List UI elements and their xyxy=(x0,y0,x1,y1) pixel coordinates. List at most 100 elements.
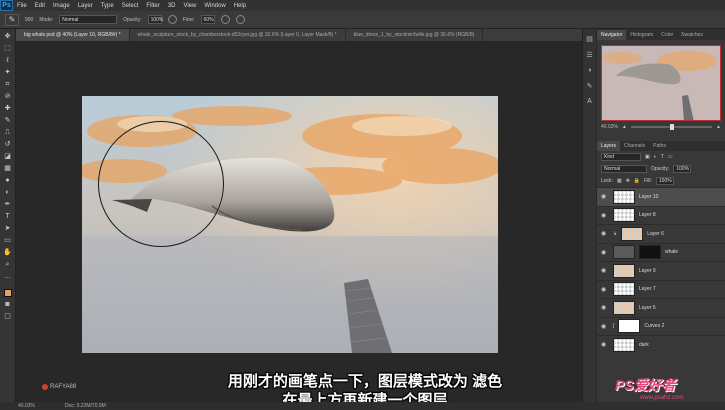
airbrush-icon[interactable] xyxy=(220,15,230,24)
layer-name[interactable]: Layer 10 xyxy=(639,194,658,200)
hand-tool-icon[interactable]: ✋ xyxy=(3,249,12,257)
menu-window[interactable]: Window xyxy=(200,3,229,9)
path-select-icon[interactable]: ➤ xyxy=(5,225,11,233)
type-tool-icon[interactable]: T xyxy=(5,213,9,221)
layer-row[interactable]: ◉ Layer 8 xyxy=(597,205,725,225)
zoom-tool-icon[interactable]: ⌕ xyxy=(6,261,10,269)
brush-panel-icon[interactable]: ✎ xyxy=(587,82,593,90)
filter-pixel-icon[interactable]: ▣ xyxy=(645,154,650,160)
layer-fill-field[interactable]: 100% xyxy=(655,177,674,185)
filter-type-icon[interactable]: T xyxy=(661,154,664,160)
visibility-eye-icon[interactable]: ◉ xyxy=(601,341,609,348)
status-zoom[interactable]: 40.03% xyxy=(18,403,35,409)
kind-filter-select[interactable]: Kind xyxy=(601,153,641,161)
layer-row[interactable]: ◉ Layer 10 xyxy=(597,187,725,206)
mode-select[interactable]: Normal xyxy=(59,15,118,24)
layer-mask-thumbnail[interactable] xyxy=(618,319,641,334)
layer-name[interactable]: Layer 6 xyxy=(647,231,664,237)
eraser-icon[interactable]: ◪ xyxy=(4,153,11,161)
healing-brush-icon[interactable]: ✚ xyxy=(5,105,11,113)
layer-row[interactable]: ◉ ∫ Curves 2 xyxy=(597,316,725,336)
layer-row[interactable]: ◉ whale xyxy=(597,242,725,262)
adjustments-panel-icon[interactable]: ◑ xyxy=(587,67,591,74)
blend-mode-select[interactable]: Normal xyxy=(601,165,647,173)
lasso-tool-icon[interactable]: ℓ xyxy=(6,57,8,65)
tab-navigator[interactable]: Navigator xyxy=(597,30,627,40)
nav-zoom-value[interactable]: 40.03% xyxy=(601,124,618,130)
quick-select-icon[interactable]: ✦ xyxy=(5,69,11,77)
visibility-eye-icon[interactable]: ◉ xyxy=(601,193,609,200)
brush-size[interactable]: 900 xyxy=(25,17,33,23)
opacity-field[interactable]: 100% xyxy=(147,15,163,24)
marquee-tool-icon[interactable]: ⬚ xyxy=(4,45,11,53)
crop-tool-icon[interactable]: ⌗ xyxy=(6,81,10,89)
visibility-eye-icon[interactable]: ◉ xyxy=(601,323,609,330)
zoom-slider[interactable] xyxy=(630,124,713,130)
dodge-tool-icon[interactable]: ◐ xyxy=(5,189,9,197)
layer-row[interactable]: ◉ Layer 9 xyxy=(597,261,725,280)
menu-3d[interactable]: 3D xyxy=(164,3,180,9)
tab-swatches[interactable]: Swatches xyxy=(677,30,707,40)
screen-mode-icon[interactable]: ▢ xyxy=(4,313,11,321)
visibility-eye-icon[interactable]: ◉ xyxy=(601,267,609,274)
visibility-eye-icon[interactable]: ◉ xyxy=(601,286,609,293)
layer-name[interactable]: Layer 8 xyxy=(639,212,656,218)
pressure-size-icon[interactable] xyxy=(235,15,245,24)
menu-image[interactable]: Image xyxy=(49,3,74,9)
tab-whale-sculpture[interactable]: whale_sculpture_stock_by_chamberstock-d5… xyxy=(130,29,346,41)
tab-blue-dress[interactable]: blue_dress_1_by_stockmichelle.jpg @ 36.6… xyxy=(346,29,484,41)
layer-name[interactable]: whale xyxy=(665,249,678,255)
layer-opacity-field[interactable]: 100% xyxy=(673,165,692,173)
tab-histogram[interactable]: Histogram xyxy=(626,30,657,40)
visibility-eye-icon[interactable]: ◉ xyxy=(601,230,609,237)
filter-shape-icon[interactable]: ▭ xyxy=(668,154,673,160)
layer-row[interactable]: ◉ Layer 5 xyxy=(597,298,725,317)
lock-position-icon[interactable]: ✥ xyxy=(626,178,630,184)
tab-layers[interactable]: Layers xyxy=(597,141,621,151)
zoom-in-icon[interactable]: ▲ xyxy=(716,124,721,130)
more-tools-icon[interactable]: … xyxy=(4,273,11,281)
navigator-preview[interactable] xyxy=(601,45,721,121)
menu-filter[interactable]: Filter xyxy=(142,3,163,9)
quick-mask-icon[interactable]: ◙ xyxy=(5,301,9,309)
shape-tool-icon[interactable]: ▭ xyxy=(4,237,11,245)
lock-pixels-icon[interactable]: ▦ xyxy=(617,178,622,184)
properties-panel-icon[interactable]: ☰ xyxy=(586,51,592,59)
filter-adjust-icon[interactable]: ◐ xyxy=(654,154,657,160)
gradient-icon[interactable]: ▦ xyxy=(4,165,11,173)
menu-file[interactable]: File xyxy=(13,3,31,9)
layer-name[interactable]: dark xyxy=(639,342,649,348)
lock-all-icon[interactable]: 🔒 xyxy=(634,178,640,184)
layer-name[interactable]: Layer 9 xyxy=(639,268,656,274)
blur-tool-icon[interactable]: ● xyxy=(5,177,9,185)
menu-type[interactable]: Type xyxy=(97,3,118,9)
visibility-eye-icon[interactable]: ◉ xyxy=(601,212,609,219)
visibility-eye-icon[interactable]: ◉ xyxy=(601,304,609,311)
layer-row[interactable]: ◉ Layer 7 xyxy=(597,279,725,299)
pressure-opacity-icon[interactable] xyxy=(167,15,177,24)
history-brush-icon[interactable]: ↺ xyxy=(5,141,11,149)
tab-paths[interactable]: Paths xyxy=(649,141,670,151)
foreground-color-swatch[interactable] xyxy=(3,289,12,297)
brush-tool-icon[interactable]: ✎ xyxy=(5,117,11,125)
history-panel-icon[interactable]: ▤ xyxy=(586,35,593,43)
move-tool-icon[interactable]: ✥ xyxy=(5,33,11,41)
flow-field[interactable]: 60% xyxy=(200,15,215,24)
eyedropper-icon[interactable]: ⊘ xyxy=(5,93,11,101)
menu-layer[interactable]: Layer xyxy=(74,3,97,9)
menu-edit[interactable]: Edit xyxy=(31,3,49,9)
layer-mask-thumbnail[interactable] xyxy=(639,245,661,260)
menu-select[interactable]: Select xyxy=(118,3,143,9)
tab-channels[interactable]: Channels xyxy=(620,141,649,151)
menu-view[interactable]: View xyxy=(179,3,200,9)
layer-name[interactable]: Layer 7 xyxy=(639,286,656,292)
canvas-area[interactable]: RAFYA88 xyxy=(16,41,582,402)
menu-help[interactable]: Help xyxy=(230,3,250,9)
character-panel-icon[interactable]: A xyxy=(587,98,592,105)
layer-row[interactable]: ◉ ↳ Layer 6 xyxy=(597,224,725,243)
visibility-eye-icon[interactable]: ◉ xyxy=(601,249,609,256)
layer-name[interactable]: Layer 5 xyxy=(639,305,656,311)
clone-stamp-icon[interactable]: ⎍ xyxy=(5,129,10,137)
tab-color[interactable]: Color xyxy=(657,30,677,40)
zoom-out-icon[interactable]: ▲ xyxy=(622,124,627,130)
